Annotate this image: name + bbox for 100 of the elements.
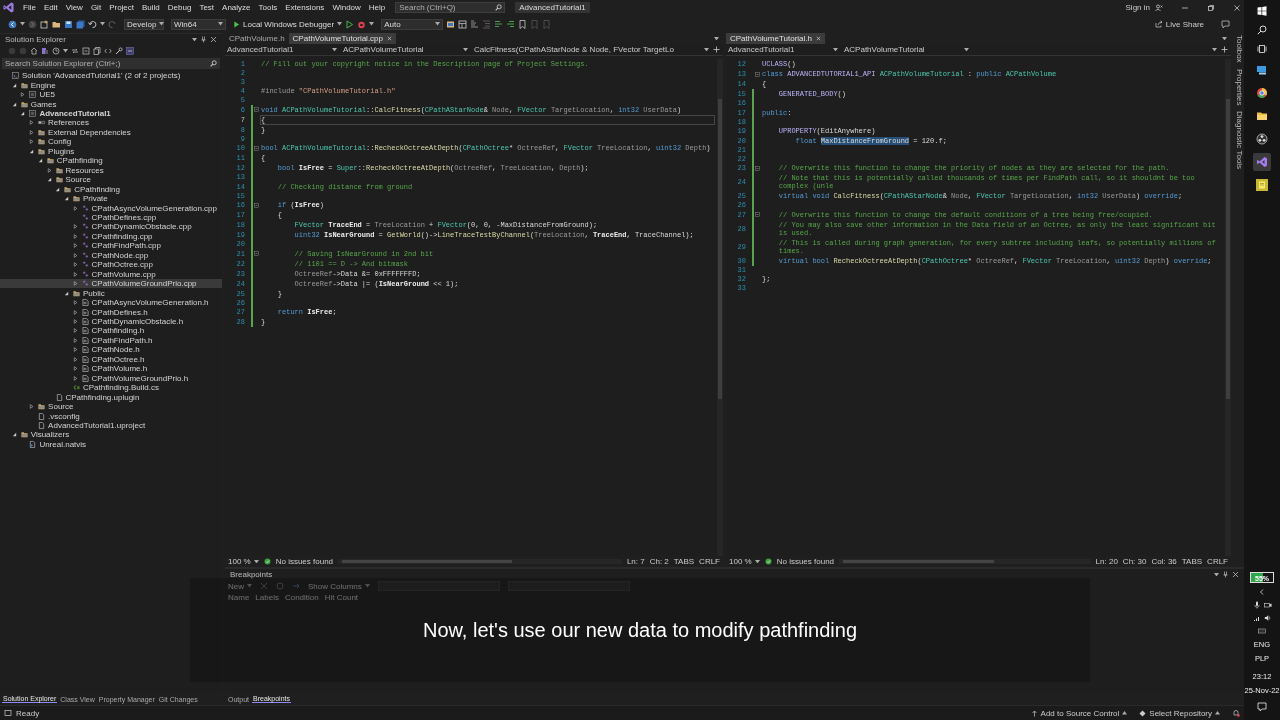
tree-item[interactable]: CPathAsyncVolumeGeneration.h: [0, 297, 222, 308]
tree-item[interactable]: Resources: [0, 165, 222, 175]
configuration-dropdown[interactable]: Develop: [124, 18, 164, 30]
repository-button[interactable]: Select Repository: [1139, 708, 1220, 718]
layout-icon[interactable]: [458, 19, 468, 29]
split-icon[interactable]: [713, 46, 720, 53]
tree-item[interactable]: CPathfinding.uplugin: [0, 392, 222, 402]
tree-item[interactable]: Visualizers: [0, 430, 222, 440]
open-folder-icon[interactable]: [52, 19, 61, 29]
tree-item[interactable]: CPathVolume.cpp: [0, 269, 222, 279]
tree-item[interactable]: Private: [0, 193, 222, 204]
tree-item[interactable]: Config: [0, 137, 222, 147]
line-ending[interactable]: CRLF: [699, 557, 720, 566]
menu-item[interactable]: Project: [105, 3, 139, 12]
tree-item[interactable]: CPathDefines.h: [0, 307, 222, 317]
tree-item[interactable]: Games: [0, 99, 222, 109]
navigation-dropdown[interactable]: CalcFitness(CPathAStarNode & Node, FVector TargetLo: [472, 44, 711, 55]
tree-item[interactable]: CPathfinding: [0, 184, 222, 194]
collapse-icon[interactable]: [254, 107, 259, 112]
navigation-dropdown[interactable]: AdvancedTutorial1: [726, 44, 840, 55]
caret-icon[interactable]: [100, 22, 105, 26]
tree-item[interactable]: External Dependencies: [0, 127, 222, 138]
caret-icon[interactable]: [754, 559, 760, 564]
history-icon[interactable]: [52, 47, 60, 55]
tree-item[interactable]: .vsconfig: [0, 411, 222, 421]
close-icon[interactable]: [387, 36, 392, 41]
caret-icon[interactable]: [714, 36, 719, 41]
issues-status[interactable]: No issues found: [275, 557, 334, 566]
menu-item[interactable]: Window: [328, 3, 365, 12]
tree-item[interactable]: Source: [0, 401, 222, 412]
tree-item[interactable]: Plugins: [0, 146, 222, 157]
column-header[interactable]: Condition: [284, 592, 319, 602]
search-icon[interactable]: [495, 4, 503, 11]
split-icon[interactable]: [1221, 46, 1228, 53]
speaker-icon[interactable]: [1263, 614, 1272, 622]
new-item-icon[interactable]: [40, 19, 49, 29]
switch-views-icon[interactable]: [41, 47, 49, 55]
collapse-icon[interactable]: [755, 165, 760, 171]
undo-icon[interactable]: [88, 19, 97, 29]
collapse-icon[interactable]: [755, 212, 760, 217]
platform-dropdown[interactable]: Win64: [171, 18, 226, 30]
collapse-icon[interactable]: [254, 251, 259, 256]
chevron-icon[interactable]: [1258, 588, 1266, 596]
tree-item[interactable]: Unreal.natvis: [0, 439, 222, 450]
forward-icon[interactable]: [28, 19, 37, 29]
menu-item[interactable]: Build: [138, 3, 164, 12]
collapse-icon[interactable]: [254, 202, 259, 208]
caret-icon[interactable]: [1215, 711, 1220, 715]
tree-item[interactable]: CPathfinding.Build.cs: [0, 382, 222, 393]
zoom-dropdown[interactable]: 100 %: [228, 557, 259, 566]
upload-icon[interactable]: [1030, 709, 1038, 717]
vertical-scrollbar[interactable]: [1225, 59, 1231, 556]
wrench-icon[interactable]: [115, 47, 123, 55]
collapse-icon[interactable]: [254, 145, 259, 151]
tree-item[interactable]: CPathNode.h: [0, 345, 222, 355]
expand-arrow-icon[interactable]: [11, 82, 17, 88]
save-all-icon[interactable]: [76, 19, 85, 29]
tree-item[interactable]: CPathNode.cpp: [0, 250, 222, 261]
keyboard-icon[interactable]: [1258, 627, 1266, 635]
tree-item[interactable]: CPathVolumeGroundPrio.cpp: [0, 278, 222, 289]
expand-arrow-icon[interactable]: [37, 158, 43, 164]
notes-icon[interactable]: [1253, 176, 1271, 194]
caret-icon[interactable]: [20, 22, 25, 26]
caret-icon[interactable]: [964, 47, 969, 52]
tree-item[interactable]: CPathfinding.h: [0, 326, 222, 336]
pin-icon[interactable]: [1222, 571, 1229, 578]
new-dropdown[interactable]: New: [228, 581, 252, 591]
tree-item[interactable]: CPathFindPath.cpp: [0, 241, 222, 251]
align-icon[interactable]: [506, 19, 516, 29]
back-icon[interactable]: [8, 19, 17, 29]
menu-item[interactable]: View: [61, 3, 87, 12]
editor-tab[interactable]: CPathVolumeTutorial.cpp: [288, 33, 396, 44]
caret-icon[interactable]: [337, 22, 343, 26]
menu-item[interactable]: File: [19, 3, 40, 12]
column-header[interactable]: Hit Count: [324, 592, 359, 602]
caret-icon[interactable]: [463, 47, 468, 52]
tree-item[interactable]: CPathVolume.h: [0, 364, 222, 374]
home-icon[interactable]: [30, 47, 38, 55]
close-icon[interactable]: [815, 36, 821, 41]
start-debugging-button[interactable]: Local Windows Debugger: [233, 19, 343, 29]
task-view-icon[interactable]: [1257, 44, 1267, 54]
diamond-icon[interactable]: [1139, 709, 1147, 717]
expand-arrow-icon[interactable]: [11, 101, 17, 107]
toggle-icon[interactable]: [276, 582, 284, 590]
caret-icon[interactable]: [1212, 47, 1217, 52]
target-dropdown[interactable]: Auto: [381, 18, 444, 30]
tree-item[interactable]: CPathOctree.cpp: [0, 260, 222, 270]
search-field[interactable]: Search (Ctrl+Q): [395, 2, 506, 13]
source-control-button[interactable]: Add to Source Control: [1030, 708, 1128, 718]
tree-item[interactable]: Engine: [0, 80, 222, 90]
menu-item[interactable]: Edit: [39, 3, 62, 12]
browse-icon[interactable]: [446, 19, 456, 29]
tree-item[interactable]: CPathDynamicObstacle.h: [0, 316, 222, 327]
caret-icon[interactable]: [1214, 572, 1219, 577]
editor-tab[interactable]: CPathVolumeTutorial.h: [726, 33, 825, 44]
zoom-dropdown[interactable]: 100 %: [729, 557, 760, 566]
side-tab[interactable]: Toolbox: [1234, 35, 1244, 63]
issues-status[interactable]: No issues found: [776, 557, 835, 566]
caret-icon[interactable]: [833, 47, 838, 52]
restore-icon[interactable]: [1207, 3, 1215, 12]
